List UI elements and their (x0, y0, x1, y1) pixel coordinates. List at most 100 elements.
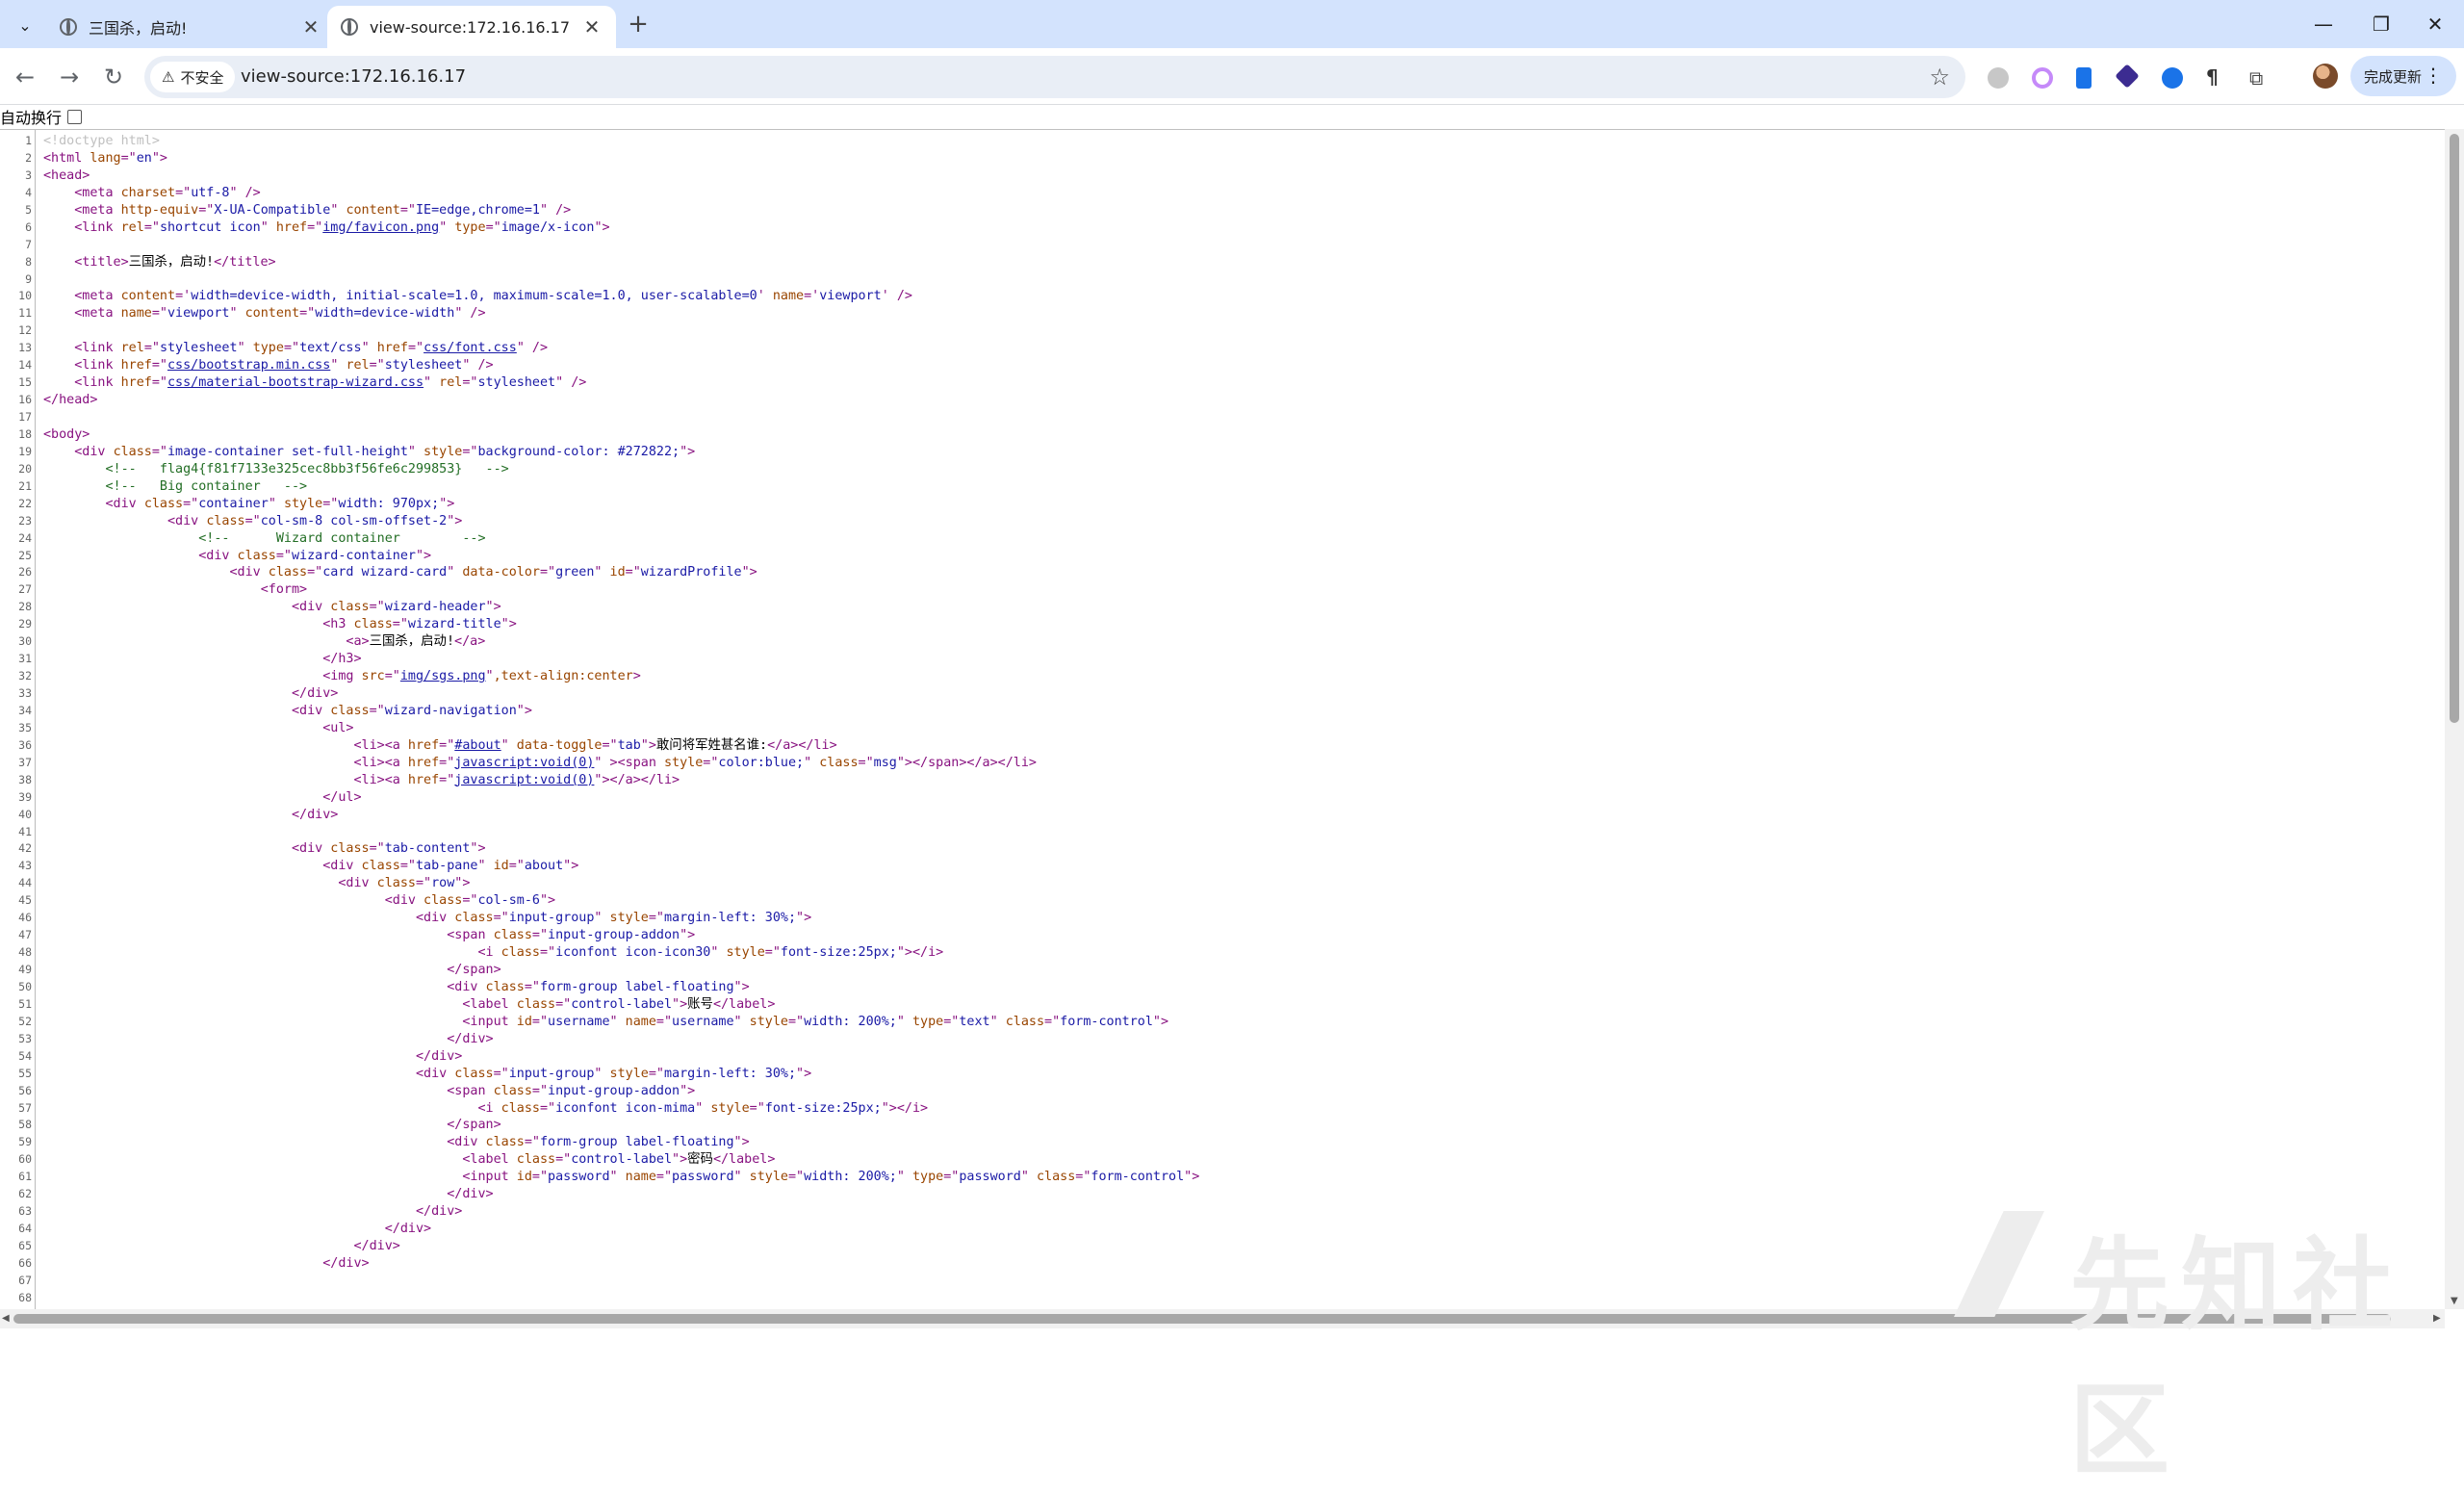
source-token: <div (43, 565, 269, 580)
horizontal-scroll-thumb[interactable] (13, 1314, 2391, 1324)
source-token: " /> (555, 375, 587, 391)
line-number: 29 (18, 617, 32, 631)
source-link[interactable]: css/material-bootstrap-wizard.css (167, 375, 424, 390)
source-token: </title> (214, 254, 276, 270)
line-code: </div> (43, 1203, 462, 1221)
blue-circle-icon[interactable] (2162, 67, 2183, 89)
source-token: </div> (43, 1048, 463, 1064)
line-wrap-checkbox[interactable] (67, 109, 83, 124)
source-token: stylesheet (477, 375, 556, 391)
source-token: <li><a (43, 755, 408, 770)
line-number: 56 (18, 1083, 32, 1097)
source-link[interactable]: #about (454, 738, 500, 753)
reload-button[interactable]: ↻ (96, 60, 131, 94)
kebab-menu-icon[interactable]: ⋮ (2424, 64, 2443, 87)
line-number: 59 (18, 1135, 32, 1149)
line-wrap-toggle[interactable]: 自动换行 (0, 106, 83, 127)
update-button[interactable]: 完成更新 ⋮ (2350, 56, 2456, 96)
source-token: " (407, 444, 424, 459)
line-number: 15 (18, 375, 32, 390)
source-token: =" (943, 1014, 960, 1029)
source-line: 45 <div class="col-sm-6"> (0, 892, 2445, 910)
source-token: =" (555, 996, 572, 1012)
source-line: 40 </div> (0, 807, 2445, 824)
source-token: width=device-width, initial-scale=1.0, m… (191, 289, 757, 304)
source-token: "> (516, 703, 532, 718)
source-token: " (268, 496, 284, 511)
url-text[interactable]: view-source:172.16.16.17 (241, 66, 466, 87)
source-link[interactable]: javascript:void(0) (454, 773, 594, 787)
source-line: 36 <li><a href="#about" data-toggle="tab… (0, 737, 2445, 755)
minimize-button[interactable]: — (2295, 8, 2352, 40)
source-link[interactable]: javascript:void(0) (454, 756, 594, 770)
forward-button[interactable]: → (52, 60, 87, 94)
line-number: 48 (18, 945, 32, 960)
source-token: "> (1152, 1014, 1169, 1029)
purple-ring-icon[interactable] (2032, 67, 2053, 89)
source-line: 54 </div> (0, 1048, 2445, 1066)
source-link[interactable]: img/sgs.png (400, 669, 486, 683)
source-line: 27 <form> (0, 581, 2445, 599)
source-token: <div (43, 496, 144, 511)
source-token: width=device-width (315, 306, 455, 322)
globe-icon (60, 18, 77, 36)
vertical-scrollbar[interactable]: ▼ (2445, 129, 2464, 1309)
back-button[interactable]: ← (8, 60, 42, 94)
tab-close-icon[interactable]: ✕ (581, 15, 603, 39)
grey-circle-icon[interactable] (1988, 67, 2009, 89)
source-line: 56 <span class="input-group-addon"> (0, 1083, 2445, 1100)
profile-avatar[interactable] (2313, 64, 2338, 89)
source-token: id (493, 859, 509, 874)
tab-view-source[interactable]: view-source:172.16.16.17 ✕ (327, 6, 616, 48)
scroll-right-arrow-icon[interactable]: ▶ (2433, 1313, 2441, 1324)
line-code: <link href="css/material-bootstrap-wizar… (43, 374, 586, 392)
source-token: class (819, 755, 859, 770)
source-token: " (485, 669, 494, 684)
source-line: 60 <label class="control-label">密码</labe… (0, 1151, 2445, 1169)
blue-bookmark-icon[interactable] (2076, 67, 2092, 89)
restore-button[interactable]: ❐ (2352, 8, 2410, 40)
line-code: </span> (43, 962, 500, 979)
line-number: 58 (18, 1118, 32, 1132)
bookmark-star-icon[interactable]: ☆ (1929, 64, 1950, 90)
source-line: 53 </div> (0, 1031, 2445, 1048)
source-token: =" (384, 669, 400, 684)
scroll-down-arrow-icon[interactable]: ▼ (2451, 1296, 2458, 1306)
line-code: </head> (43, 392, 97, 409)
source-line: 16 </head> (0, 392, 2445, 409)
source-token: id (516, 1170, 532, 1185)
tab-close-icon[interactable]: ✕ (300, 15, 321, 39)
horizontal-scrollbar[interactable]: ◀ ▶ (0, 1309, 2445, 1328)
source-token: =" (415, 876, 432, 891)
line-code: <div class="form-group label-floating"> (43, 1134, 749, 1151)
source-token: 敢问将军姓甚名谁: (655, 737, 768, 753)
line-number: 31 (18, 652, 32, 666)
close-window-button[interactable]: ✕ (2406, 8, 2464, 40)
source-token: input-group (508, 911, 595, 926)
tab-sgs[interactable]: 三国杀，启动! ✕ (46, 6, 335, 48)
tab-search-chevron-icon[interactable]: ⌄ (10, 10, 40, 40)
source-token: margin-left: 30%; (663, 1066, 797, 1081)
source-token: =" (120, 150, 137, 166)
vertical-scroll-thumb[interactable] (2450, 134, 2459, 723)
pilcrow-icon[interactable]: ¶ (2206, 67, 2227, 89)
source-line: 28 <div class="wizard-header"> (0, 599, 2445, 616)
source-line: 13 <link rel="stylesheet" type="text/css… (0, 340, 2445, 357)
indigo-diamond-icon[interactable] (2115, 64, 2140, 89)
security-chip[interactable]: ⚠ 不安全 (150, 62, 236, 92)
puzzle-icon[interactable]: ⧉ (2249, 67, 2271, 89)
scroll-left-arrow-icon[interactable]: ◀ (2, 1313, 10, 1324)
source-token: rel (346, 358, 370, 374)
line-code: <div class="image-container set-full-hei… (43, 444, 695, 461)
source-link[interactable]: css/font.css (424, 341, 517, 355)
line-number: 34 (18, 703, 32, 717)
new-tab-button[interactable]: + (622, 8, 654, 40)
line-code: <span class="input-group-addon"> (43, 927, 695, 944)
address-bar[interactable]: ⚠ 不安全 view-source:172.16.16.17 ☆ (144, 56, 1965, 98)
source-token: <div (43, 548, 238, 563)
source-token: " (1020, 1170, 1037, 1185)
source-line: 18 <body> (0, 426, 2445, 444)
source-token: =" (399, 859, 416, 874)
source-link[interactable]: css/bootstrap.min.css (167, 358, 330, 373)
source-link[interactable]: img/favicon.png (322, 220, 439, 235)
